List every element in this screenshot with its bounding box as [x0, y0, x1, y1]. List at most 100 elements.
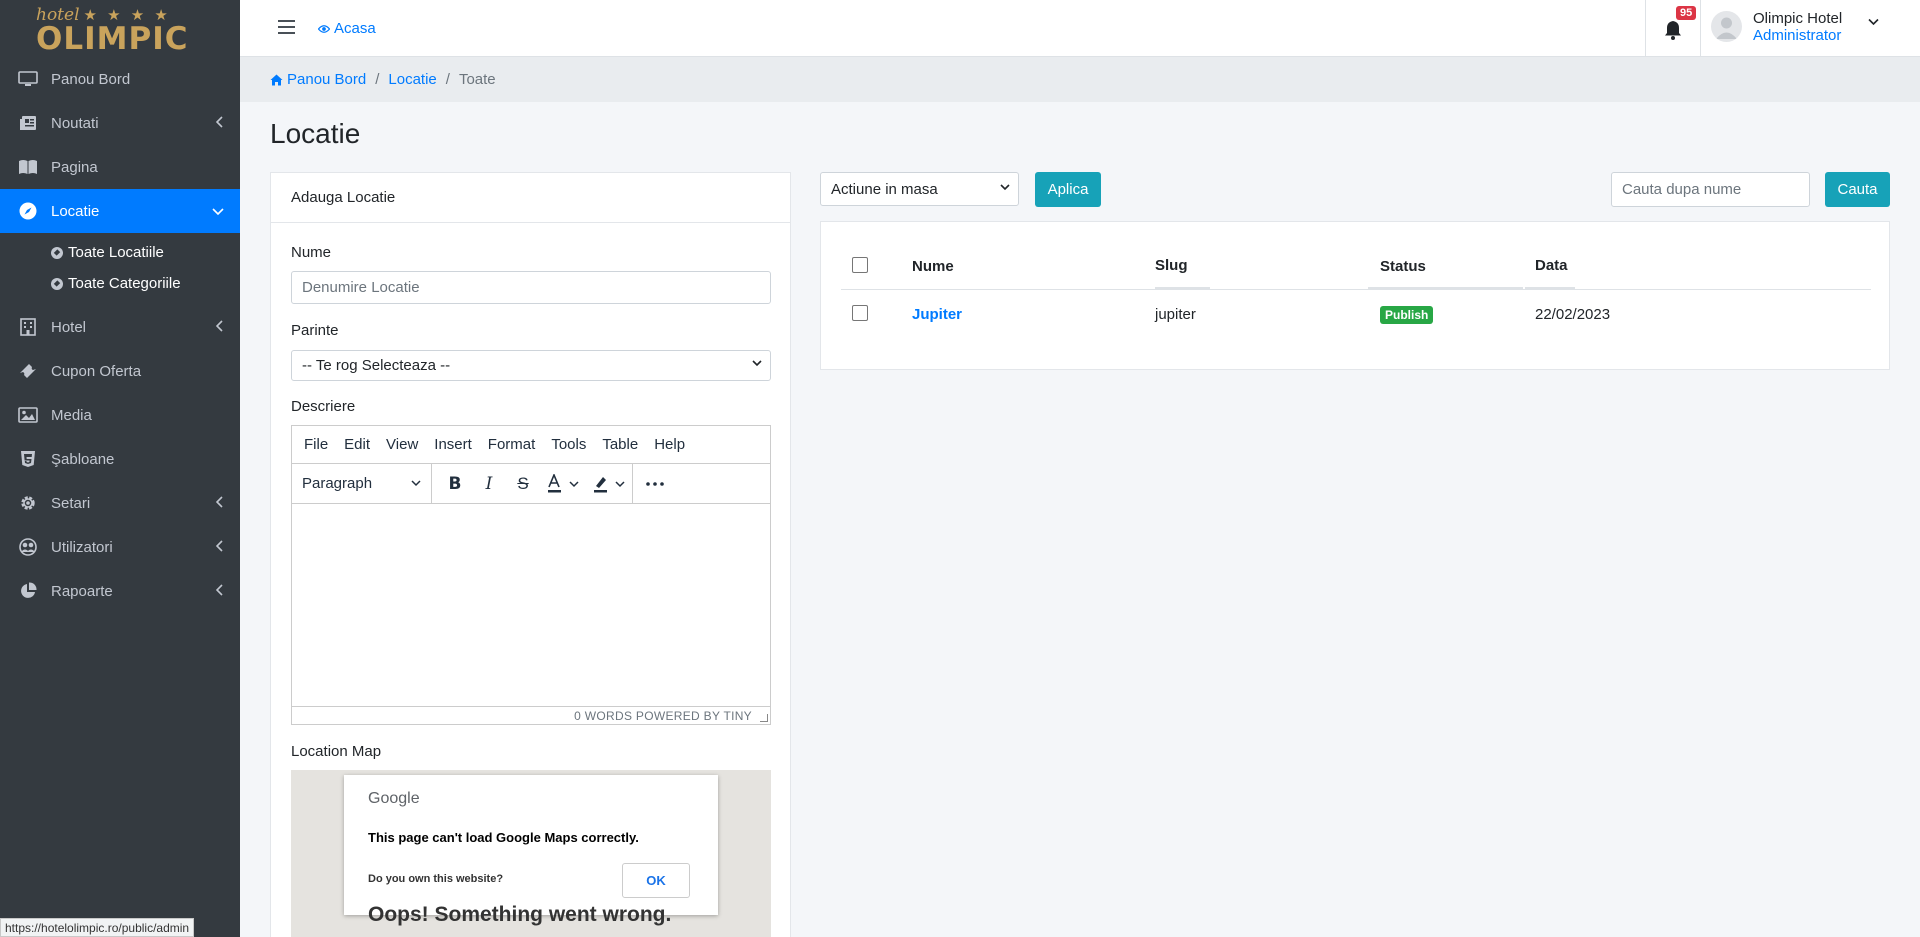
page-title: Locatie: [270, 118, 361, 149]
bulk-action-select[interactable]: Actiune in masa: [820, 172, 1019, 206]
chevron-down-icon: [411, 480, 421, 487]
sidebar-item-setari[interactable]: Setari: [0, 481, 240, 525]
highlight-color-icon[interactable]: [586, 464, 632, 504]
locations-table: Nume Slug Status Data Jupiter jupiter Pu…: [820, 221, 1890, 370]
sidebar-item-hotel[interactable]: Hotel: [0, 305, 240, 349]
breadcrumb-bar: Panou Bord / Locatie / Toate: [240, 57, 1920, 102]
compass-small-icon: [51, 246, 63, 259]
select-all-checkbox[interactable]: [852, 257, 868, 273]
search-button[interactable]: Cauta: [1825, 172, 1890, 207]
breadcrumb-separator: /: [375, 71, 380, 88]
avatar[interactable]: [1711, 11, 1742, 42]
block-format-dropdown[interactable]: Paragraph: [292, 463, 432, 504]
newspaper-icon: [16, 113, 40, 133]
editor-menu-insert[interactable]: Insert: [426, 436, 480, 453]
sidebar-item-utilizatori[interactable]: Utilizatori: [0, 525, 240, 569]
sidebar-subitem-label: Toate Locatiile: [68, 244, 164, 261]
sidebar-subitem-label: Toate Categoriile: [68, 275, 181, 292]
strikethrough-icon[interactable]: S: [506, 464, 540, 504]
editor-menubar: File Edit View Insert Format Tools Table…: [292, 426, 770, 464]
column-header-nume[interactable]: Nume: [912, 258, 954, 275]
editor-menu-table[interactable]: Table: [594, 436, 646, 453]
monitor-icon: [16, 69, 40, 89]
map-error-message: This page can't load Google Maps correct…: [368, 830, 639, 845]
compass-small-icon: [51, 277, 63, 290]
chevron-left-icon: [215, 539, 224, 555]
ticket-icon: [16, 361, 40, 381]
sidebar-item-label: Pagina: [51, 158, 98, 176]
chevron-left-icon: [215, 319, 224, 335]
sidebar-subitem-toate-categoriile[interactable]: Toate Categoriile: [0, 268, 240, 299]
resize-handle-icon[interactable]: [760, 714, 768, 722]
block-format-value: Paragraph: [302, 475, 373, 492]
bold-icon[interactable]: B: [438, 464, 472, 504]
apply-button[interactable]: Aplica: [1035, 172, 1101, 207]
map-ok-button[interactable]: OK: [622, 863, 690, 898]
sidebar-item-rapoarte[interactable]: Rapoarte: [0, 569, 240, 613]
sidebar-item-label: Setari: [51, 494, 91, 512]
eye-icon: [318, 24, 330, 33]
location-map[interactable]: Google This page can't load Google Maps …: [291, 770, 771, 937]
notifications-button[interactable]: 95: [1645, 0, 1701, 57]
row-slug: jupiter: [1155, 306, 1196, 323]
sidebar-item-cupon-oferta[interactable]: Cupon Oferta: [0, 349, 240, 393]
parent-select-value: -- Te rog Selecteaza --: [302, 357, 451, 374]
breadcrumb-current: Toate: [458, 71, 496, 88]
sidebar-item-locatie[interactable]: Locatie: [0, 189, 240, 233]
column-header-slug[interactable]: Slug: [1155, 257, 1188, 274]
editor-content-area[interactable]: [292, 504, 770, 706]
row-name-link[interactable]: Jupiter: [912, 306, 962, 323]
card-title: Adauga Locatie: [271, 173, 790, 223]
editor-menu-format[interactable]: Format: [480, 436, 544, 453]
chevron-left-icon: [215, 115, 224, 131]
chevron-down-icon: [752, 360, 762, 367]
home-link-label: Acasa: [334, 20, 376, 37]
breadcrumb-home-link[interactable]: Panou Bord: [287, 71, 366, 88]
column-header-data[interactable]: Data: [1535, 257, 1568, 274]
compass-icon: [16, 201, 40, 221]
chevron-down-icon[interactable]: [1868, 18, 1879, 26]
editor-menu-tools[interactable]: Tools: [543, 436, 594, 453]
column-header-status[interactable]: Status: [1380, 258, 1426, 275]
editor-menu-edit[interactable]: Edit: [336, 436, 378, 453]
user-name[interactable]: Olimpic Hotel: [1753, 10, 1842, 27]
sidebar-item-label: Cupon Oferta: [51, 362, 142, 380]
sidebar-subitem-toate-locatiile[interactable]: Toate Locatiile: [0, 237, 240, 268]
breadcrumb-section-link[interactable]: Locatie: [388, 71, 436, 88]
status-badge: Publish: [1380, 306, 1434, 324]
pie-chart-icon: [16, 581, 40, 601]
location-map-label: Location Map: [291, 743, 382, 760]
sidebar-item-noutati[interactable]: Noutati: [0, 101, 240, 145]
home-link[interactable]: Acasa: [318, 20, 376, 37]
bell-icon: [1665, 21, 1681, 40]
text-color-icon[interactable]: [540, 464, 586, 504]
map-owner-question[interactable]: Do you own this website?: [368, 873, 503, 885]
chevron-left-icon: [215, 495, 224, 511]
building-icon: [16, 317, 40, 337]
sidebar-item-label: Media: [51, 406, 92, 424]
sidebar-item-label: Rapoarte: [51, 582, 113, 600]
sidebar-item-panou-bord[interactable]: Panou Bord: [0, 57, 240, 101]
more-options-icon[interactable]: [633, 464, 677, 504]
hamburger-menu-icon[interactable]: [278, 20, 295, 38]
editor-menu-file[interactable]: File: [296, 436, 336, 453]
sidebar-item-label: Panou Bord: [51, 70, 131, 88]
search-input[interactable]: Cauta dupa nume: [1611, 172, 1810, 207]
parent-select[interactable]: -- Te rog Selecteaza --: [291, 350, 771, 381]
sidebar-item-sabloane[interactable]: Şabloane: [0, 437, 240, 481]
editor-menu-help[interactable]: Help: [646, 436, 693, 453]
sidebar-item-media[interactable]: Media: [0, 393, 240, 437]
sidebar-nav-continued: Hotel Cupon Oferta Media Şabloane Setari…: [0, 305, 240, 613]
italic-icon[interactable]: I: [472, 464, 506, 504]
parent-label: Parinte: [291, 322, 339, 339]
name-label: Nume: [291, 244, 332, 261]
editor-menu-view[interactable]: View: [378, 436, 426, 453]
user-role: Administrator: [1753, 27, 1842, 44]
name-input[interactable]: Denumire Locatie: [291, 271, 771, 304]
brand-logo[interactable]: hotel ★ ★ ★ ★ OLIMPIC: [0, 0, 240, 57]
sidebar: hotel ★ ★ ★ ★ OLIMPIC Panou Bord Noutati: [0, 0, 240, 937]
breadcrumb: Panou Bord / Locatie / Toate: [270, 71, 496, 88]
row-date: 22/02/2023: [1535, 306, 1611, 323]
row-checkbox[interactable]: [852, 305, 868, 321]
sidebar-item-pagina[interactable]: Pagina: [0, 145, 240, 189]
